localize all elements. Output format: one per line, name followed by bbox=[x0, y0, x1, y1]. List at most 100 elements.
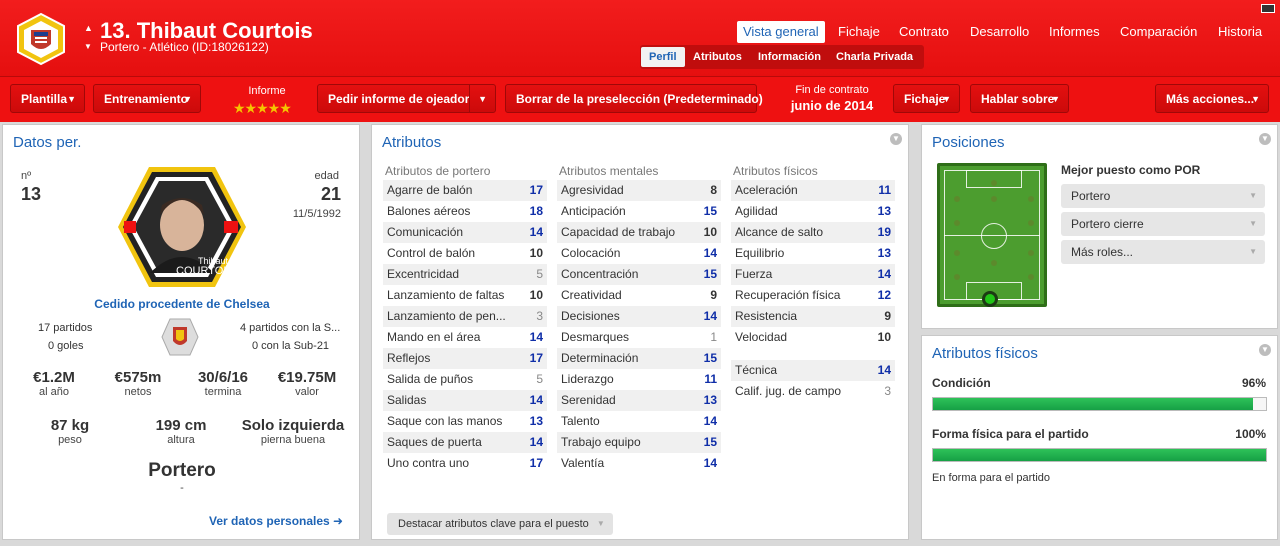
attribute-row[interactable]: Anticipación 15 bbox=[557, 201, 721, 222]
attribute-row[interactable]: Talento 14 bbox=[557, 411, 721, 432]
attribute-row[interactable]: Balones aéreos 18 bbox=[383, 201, 547, 222]
attribute-value: 3 bbox=[884, 384, 891, 398]
attribute-value: 18 bbox=[529, 204, 543, 218]
age-label: edad bbox=[314, 170, 339, 182]
collapse-toggle-icon[interactable]: ▼ bbox=[1259, 344, 1271, 356]
attribute-row[interactable]: Alcance de salto 19 bbox=[731, 222, 895, 243]
attribute-row[interactable]: Equilibrio 13 bbox=[731, 243, 895, 264]
attribute-name: Desmarques bbox=[561, 330, 630, 344]
collapse-toggle-icon[interactable]: ▼ bbox=[1259, 133, 1271, 145]
attribute-name: Agarre de balón bbox=[387, 183, 473, 197]
tab-informes[interactable]: Informes bbox=[1049, 21, 1100, 43]
national-team-badge-icon[interactable] bbox=[160, 317, 200, 357]
position-pitch[interactable] bbox=[937, 163, 1047, 307]
subtab-atributos[interactable]: Atributos bbox=[693, 47, 742, 67]
player-menu-chevron-icon[interactable]: ▼ bbox=[299, 27, 308, 37]
attribute-row[interactable]: Saque con las manos 13 bbox=[383, 411, 547, 432]
name-up-arrow-icon[interactable]: ▲ bbox=[84, 24, 93, 33]
attribute-row[interactable]: Calif. jug. de campo 3 bbox=[731, 381, 895, 402]
attribute-row[interactable]: Creatividad 9 bbox=[557, 285, 721, 306]
tab-contrato[interactable]: Contrato bbox=[899, 21, 949, 43]
pitch-position-wbl bbox=[954, 250, 960, 256]
attribute-row[interactable]: Determinación 15 bbox=[557, 348, 721, 369]
attribute-row[interactable]: Decisiones 14 bbox=[557, 306, 721, 327]
name-down-arrow-icon[interactable]: ▼ bbox=[84, 42, 92, 51]
split-divider bbox=[469, 85, 470, 112]
attribute-value: 14 bbox=[703, 309, 717, 323]
attribute-name: Liderazgo bbox=[561, 372, 614, 386]
tab-historia[interactable]: Historia bbox=[1218, 21, 1262, 43]
attribute-row[interactable]: Excentricidad 5 bbox=[383, 264, 547, 285]
attribute-row[interactable]: Liderazgo 11 bbox=[557, 369, 721, 390]
attribute-row[interactable]: Serenidad 13 bbox=[557, 390, 721, 411]
attribute-row[interactable]: Agresividad 8 bbox=[557, 180, 721, 201]
attribute-value: 11 bbox=[704, 372, 717, 386]
more-actions-button[interactable]: Más acciones... ▼ bbox=[1155, 84, 1269, 113]
market-value: €19.75M bbox=[277, 369, 337, 386]
attribute-name: Equilibrio bbox=[735, 246, 785, 260]
loan-status-link[interactable]: Cedido procedente de Chelsea bbox=[3, 297, 361, 311]
gk-attributes-header: Atributos de portero bbox=[385, 164, 491, 178]
attribute-row[interactable]: Técnica 14 bbox=[731, 360, 895, 381]
subtab-perfil[interactable]: Perfil bbox=[641, 47, 685, 67]
subtab-informacion[interactable]: Información bbox=[758, 47, 821, 67]
attribute-row[interactable]: Aceleración 11 bbox=[731, 180, 895, 201]
subtab-charla-privada[interactable]: Charla Privada bbox=[836, 47, 913, 67]
attribute-row[interactable]: Uno contra uno 17 bbox=[383, 453, 547, 474]
collapse-toggle-icon[interactable]: ▼ bbox=[890, 133, 902, 145]
tab-comparacion[interactable]: Comparación bbox=[1120, 21, 1197, 43]
attribute-row[interactable]: Comunicación 14 bbox=[383, 222, 547, 243]
attribute-row[interactable]: Colocación 14 bbox=[557, 243, 721, 264]
attribute-row[interactable]: Mando en el área 14 bbox=[383, 327, 547, 348]
attribute-name: Control de balón bbox=[387, 246, 476, 260]
window-toggle-icon[interactable] bbox=[1261, 4, 1275, 13]
attribute-row[interactable]: Recuperación física 12 bbox=[731, 285, 895, 306]
match-fitness-label: Forma física para el partido bbox=[932, 427, 1089, 441]
attribute-row[interactable]: Capacidad de trabajo 10 bbox=[557, 222, 721, 243]
highlight-key-attributes-button[interactable]: Destacar atributos clave para el puesto … bbox=[387, 513, 613, 535]
attribute-row[interactable]: Velocidad 10 bbox=[731, 327, 895, 348]
attribute-name: Mando en el área bbox=[387, 330, 481, 344]
role-select-more-roles[interactable]: Más roles... ▼ bbox=[1061, 240, 1265, 264]
attribute-value: 9 bbox=[884, 309, 891, 323]
shortlist-remove-button[interactable]: Borrar de la preselección (Predeterminad… bbox=[505, 84, 763, 113]
attribute-row[interactable]: Lanzamiento de pen... 3 bbox=[383, 306, 547, 327]
training-dropdown-button[interactable]: Entrenamiento ▼ bbox=[93, 84, 201, 113]
role-select-portero-cierre[interactable]: Portero cierre ▼ bbox=[1061, 212, 1265, 236]
secondary-position: - bbox=[180, 482, 184, 494]
attribute-row[interactable]: Lanzamiento de faltas 10 bbox=[383, 285, 547, 306]
role-select-portero[interactable]: Portero ▼ bbox=[1061, 184, 1265, 208]
attribute-row[interactable]: Desmarques 1 bbox=[557, 327, 721, 348]
attribute-row[interactable]: Reflejos 17 bbox=[383, 348, 547, 369]
tab-fichaje[interactable]: Fichaje bbox=[838, 21, 880, 43]
tab-desarrollo[interactable]: Desarrollo bbox=[970, 21, 1029, 43]
squad-dropdown-button[interactable]: Plantilla ▼ bbox=[10, 84, 85, 113]
pitch-position-aml bbox=[954, 196, 960, 202]
attribute-row[interactable]: Salida de puños 5 bbox=[383, 369, 547, 390]
view-personal-data-link[interactable]: Ver datos personales ➜ bbox=[209, 514, 343, 528]
scout-report-button[interactable]: Pedir informe de ojeador ▼ bbox=[317, 84, 496, 113]
attribute-row[interactable]: Valentía 14 bbox=[557, 453, 721, 474]
attribute-row[interactable]: Saques de puerta 14 bbox=[383, 432, 547, 453]
tab-vista-general[interactable]: Vista general bbox=[737, 21, 825, 43]
report-label: Informe bbox=[248, 85, 286, 97]
attribute-row[interactable]: Concentración 15 bbox=[557, 264, 721, 285]
height-value: 199 cm bbox=[155, 417, 207, 434]
match-fitness-bar-fill bbox=[933, 449, 1266, 461]
attribute-row[interactable]: Control de balón 10 bbox=[383, 243, 547, 264]
player-subtitle: Portero - Atlético (ID:18026122) bbox=[100, 40, 269, 54]
goalkeeper-position-marker[interactable] bbox=[982, 291, 998, 307]
pitch-position-st bbox=[991, 180, 997, 186]
talk-dropdown-button[interactable]: Hablar sobre ▼ bbox=[970, 84, 1069, 113]
attribute-row[interactable]: Agarre de balón 17 bbox=[383, 180, 547, 201]
attribute-value: 14 bbox=[877, 363, 891, 377]
attribute-row[interactable]: Fuerza 14 bbox=[731, 264, 895, 285]
weight-stat: 87 kg peso bbox=[33, 417, 107, 446]
attribute-row[interactable]: Trabajo equipo 15 bbox=[557, 432, 721, 453]
chevron-down-icon[interactable]: ▼ bbox=[478, 85, 487, 114]
attribute-row[interactable]: Agilidad 13 bbox=[731, 201, 895, 222]
transfer-dropdown-button[interactable]: Fichaje ▼ bbox=[893, 84, 960, 113]
attribute-row[interactable]: Resistencia 9 bbox=[731, 306, 895, 327]
attribute-row[interactable]: Salidas 14 bbox=[383, 390, 547, 411]
report-rating-stars[interactable]: ★★★★★ bbox=[233, 100, 292, 117]
